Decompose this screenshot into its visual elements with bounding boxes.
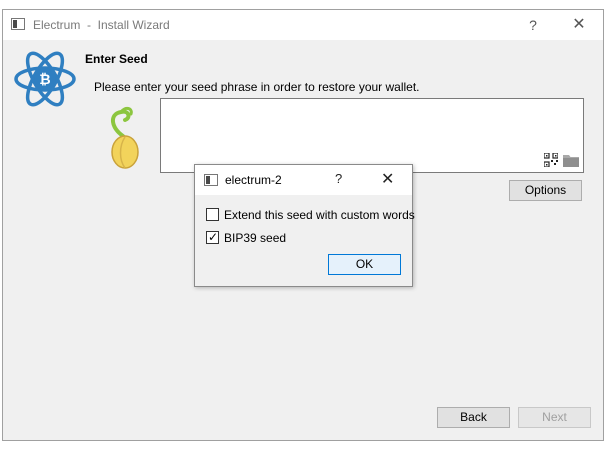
dialog-window-icon (204, 174, 218, 186)
next-button[interactable]: Next (518, 407, 591, 428)
dialog-title-bar: electrum-2 ? ✕ (195, 165, 412, 195)
svg-text:₿: ₿ (39, 72, 50, 88)
help-button[interactable]: ? (523, 15, 543, 35)
seed-phrase-input[interactable] (160, 98, 584, 173)
electrum-logo-icon: ₿ (14, 51, 76, 107)
dialog-close-button[interactable]: ✕ (381, 169, 394, 189)
close-button[interactable]: ✕ (569, 15, 589, 35)
extend-seed-checkbox[interactable] (206, 208, 219, 221)
extend-seed-label: Extend this seed with custom words (224, 208, 415, 222)
seed-instruction: Please enter your seed phrase in order t… (94, 80, 420, 94)
ok-button[interactable]: OK (328, 254, 401, 275)
seed-options-dialog: electrum-2 ? ✕ Extend this seed with cus… (194, 164, 415, 287)
seed-sprout-icon (111, 106, 139, 169)
checkmark-icon: ✓ (208, 230, 219, 244)
app-window-icon (11, 18, 25, 30)
bip39-seed-label: BIP39 seed (224, 231, 287, 245)
bip39-seed-checkbox[interactable]: ✓ (206, 230, 219, 244)
dialog-title: electrum-2 (225, 173, 282, 187)
title-bar: Electrum - Install Wizard ? ✕ (3, 10, 603, 40)
back-button[interactable]: Back (437, 407, 510, 428)
options-button[interactable]: Options (509, 180, 582, 201)
dialog-help-button[interactable]: ? (335, 171, 342, 186)
window-title: Electrum - Install Wizard (33, 18, 170, 32)
page-heading: Enter Seed (85, 52, 148, 66)
folder-icon[interactable] (563, 154, 579, 167)
qr-code-icon[interactable] (544, 153, 558, 167)
